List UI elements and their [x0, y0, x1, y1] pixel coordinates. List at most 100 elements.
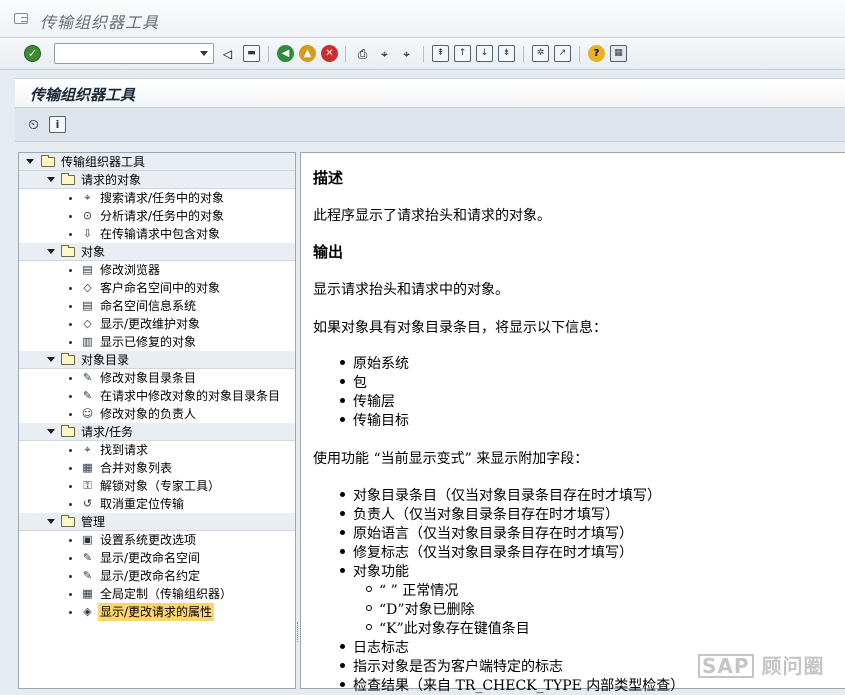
help-icon[interactable]: ?	[588, 45, 605, 62]
command-dropdown-icon[interactable]	[200, 51, 208, 56]
tree-folder-label: 管理	[81, 515, 106, 529]
folder-icon	[41, 155, 55, 167]
tree-item[interactable]: ▦ 全局定制（传输组织器）	[19, 585, 295, 603]
tree-item[interactable]: ☺ 修改对象的负责人	[19, 405, 295, 423]
bullet	[69, 413, 72, 416]
tree-item[interactable]: ▦ 合并对象列表	[19, 459, 295, 477]
enter-icon[interactable]: ✓	[24, 45, 41, 62]
tree-folder[interactable]: 请求/任务	[19, 423, 295, 441]
tree-item-label: 取消重定位传输	[100, 497, 185, 511]
shortcut-icon[interactable]: ↗	[554, 45, 571, 62]
cancel-icon[interactable]: ✕	[321, 45, 338, 62]
tree-folder[interactable]: 对象	[19, 243, 295, 261]
heading-output: 输出	[313, 243, 344, 261]
bullet	[340, 644, 345, 649]
previous-page-icon[interactable]: ↑	[454, 45, 471, 62]
command-field[interactable]	[54, 43, 214, 64]
command-input[interactable]	[55, 44, 193, 63]
splitter-grip[interactable]	[297, 622, 299, 642]
bullet	[69, 485, 72, 488]
tree-item[interactable]: ◈ 显示/更改请求的属性	[19, 603, 295, 621]
tree-item[interactable]: ✎ 在请求中修改对象的对象目录条目	[19, 387, 295, 405]
bullet	[69, 593, 72, 596]
tree-item[interactable]: ✎ 显示/更改命名空间	[19, 549, 295, 567]
tree-item[interactable]: ↺ 取消重定位传输	[19, 495, 295, 513]
tree-folder[interactable]: 请求的对象	[19, 171, 295, 189]
collapse-icon[interactable]	[47, 519, 55, 524]
info-system-icon: ▤	[82, 299, 93, 312]
list-item: 负责人（仅当对象目录条目存在时才填写）	[340, 504, 619, 524]
list-item-text: 负责人（仅当对象目录条目存在时才填写）	[353, 507, 619, 523]
tree-folder[interactable]: 对象目录	[19, 351, 295, 369]
layout-icon[interactable]: ▦	[610, 45, 627, 62]
pencil-icon: ✎	[82, 551, 93, 564]
tree-item[interactable]: ◇ 客户命名空间中的对象	[19, 279, 295, 297]
tree-item[interactable]: ✎ 显示/更改命名约定	[19, 567, 295, 585]
exit-icon[interactable]: ▲	[299, 45, 316, 62]
tree-item[interactable]: ▤ 命名空间信息系统	[19, 297, 295, 315]
bullet	[69, 197, 72, 200]
bullet	[340, 379, 345, 384]
collapse-icon[interactable]	[47, 429, 55, 434]
tree-item[interactable]: ⊙ 分析请求/任务中的对象	[19, 207, 295, 225]
tree-item-label: 显示/更改请求的属性	[98, 603, 215, 621]
tree-item[interactable]: ⇩ 在传输请求中包含对象	[19, 225, 295, 243]
list-item: 原始系统	[340, 353, 409, 373]
bullet	[69, 503, 72, 506]
bullet	[340, 568, 345, 573]
tree-folder[interactable]: 管理	[19, 513, 295, 531]
list-item-text: 传输层	[353, 394, 395, 410]
pencil-icon: ✎	[82, 371, 93, 384]
list-item-text: 原始语言（仅当对象目录条目存在时才填写）	[353, 526, 633, 542]
list-item: 检查结果（来自 TR_CHECK_TYPE 内部类型检查）	[340, 675, 684, 695]
watermark-brand: SAP	[698, 654, 754, 678]
find-next-icon[interactable]: ⌖	[398, 45, 415, 62]
pencil-icon: ✎	[82, 569, 93, 582]
list-item-text: “D”对象已删除	[379, 602, 475, 618]
list-item-text: 传输目标	[353, 413, 409, 429]
tree-item[interactable]: ◇ 显示/更改维护对象	[19, 315, 295, 333]
list-item: 传输层	[340, 391, 395, 411]
bullet	[340, 360, 345, 365]
save-icon[interactable]: ▬	[243, 45, 260, 62]
collapse-icon[interactable]	[26, 159, 34, 164]
page-title: 传输组织器工具	[30, 86, 136, 104]
collapse-icon[interactable]	[47, 177, 55, 182]
back-arrow-icon[interactable]: ◁	[219, 45, 236, 62]
bullet	[69, 575, 72, 578]
print-icon[interactable]: ⎙	[354, 45, 371, 62]
information-icon[interactable]: i	[49, 116, 66, 133]
undo-transport-icon: ↺	[82, 497, 93, 510]
standard-toolbar: ✓ ◁ ▬ ◀ ▲ ✕ ⎙ ⌖ ⌖ ⇞ ↑ ↓ ⇟ ✲ ↗ ? ▦	[0, 38, 845, 70]
bullet	[340, 511, 345, 516]
tree-item[interactable]: ✎ 修改对象目录条目	[19, 369, 295, 387]
list-item: 指示对象是否为客户端特定的标志	[340, 656, 563, 676]
tree-item-label: 修改浏览器	[100, 263, 161, 277]
namespace-icon: ◇	[83, 281, 92, 294]
tree-item-label: 全局定制（传输组织器）	[100, 587, 233, 601]
pencil-icon: ✎	[82, 389, 93, 402]
back-icon[interactable]: ◀	[277, 45, 294, 62]
system-menu-icon[interactable]	[14, 13, 28, 24]
window-title: 传输组织器工具	[40, 13, 160, 32]
toolbar-separator	[423, 46, 424, 62]
tree-root[interactable]: 传输组织器工具	[19, 153, 295, 171]
tree-item[interactable]: ⌖ 搜索请求/任务中的对象	[19, 189, 295, 207]
first-page-icon[interactable]: ⇞	[432, 45, 449, 62]
last-page-icon[interactable]: ⇟	[498, 45, 515, 62]
bullet	[69, 305, 72, 308]
tree-item[interactable]: ⚿ 解锁对象（专家工具）	[19, 477, 295, 495]
create-session-icon[interactable]: ✲	[532, 45, 549, 62]
tree-item[interactable]: ⌖ 找到请求	[19, 441, 295, 459]
tree-item[interactable]: ▥ 显示已修复的对象	[19, 333, 295, 351]
collapse-icon[interactable]	[47, 357, 55, 362]
bullet	[69, 377, 72, 380]
application-toolbar: ⏲ i	[15, 108, 845, 142]
tree-item[interactable]: ▣ 设置系统更改选项	[19, 531, 295, 549]
collapse-icon[interactable]	[47, 249, 55, 254]
execute-icon[interactable]: ⏲	[25, 116, 42, 133]
tree-item[interactable]: ▤ 修改浏览器	[19, 261, 295, 279]
find-icon[interactable]: ⌖	[376, 45, 393, 62]
bullet	[366, 624, 372, 630]
next-page-icon[interactable]: ↓	[476, 45, 493, 62]
